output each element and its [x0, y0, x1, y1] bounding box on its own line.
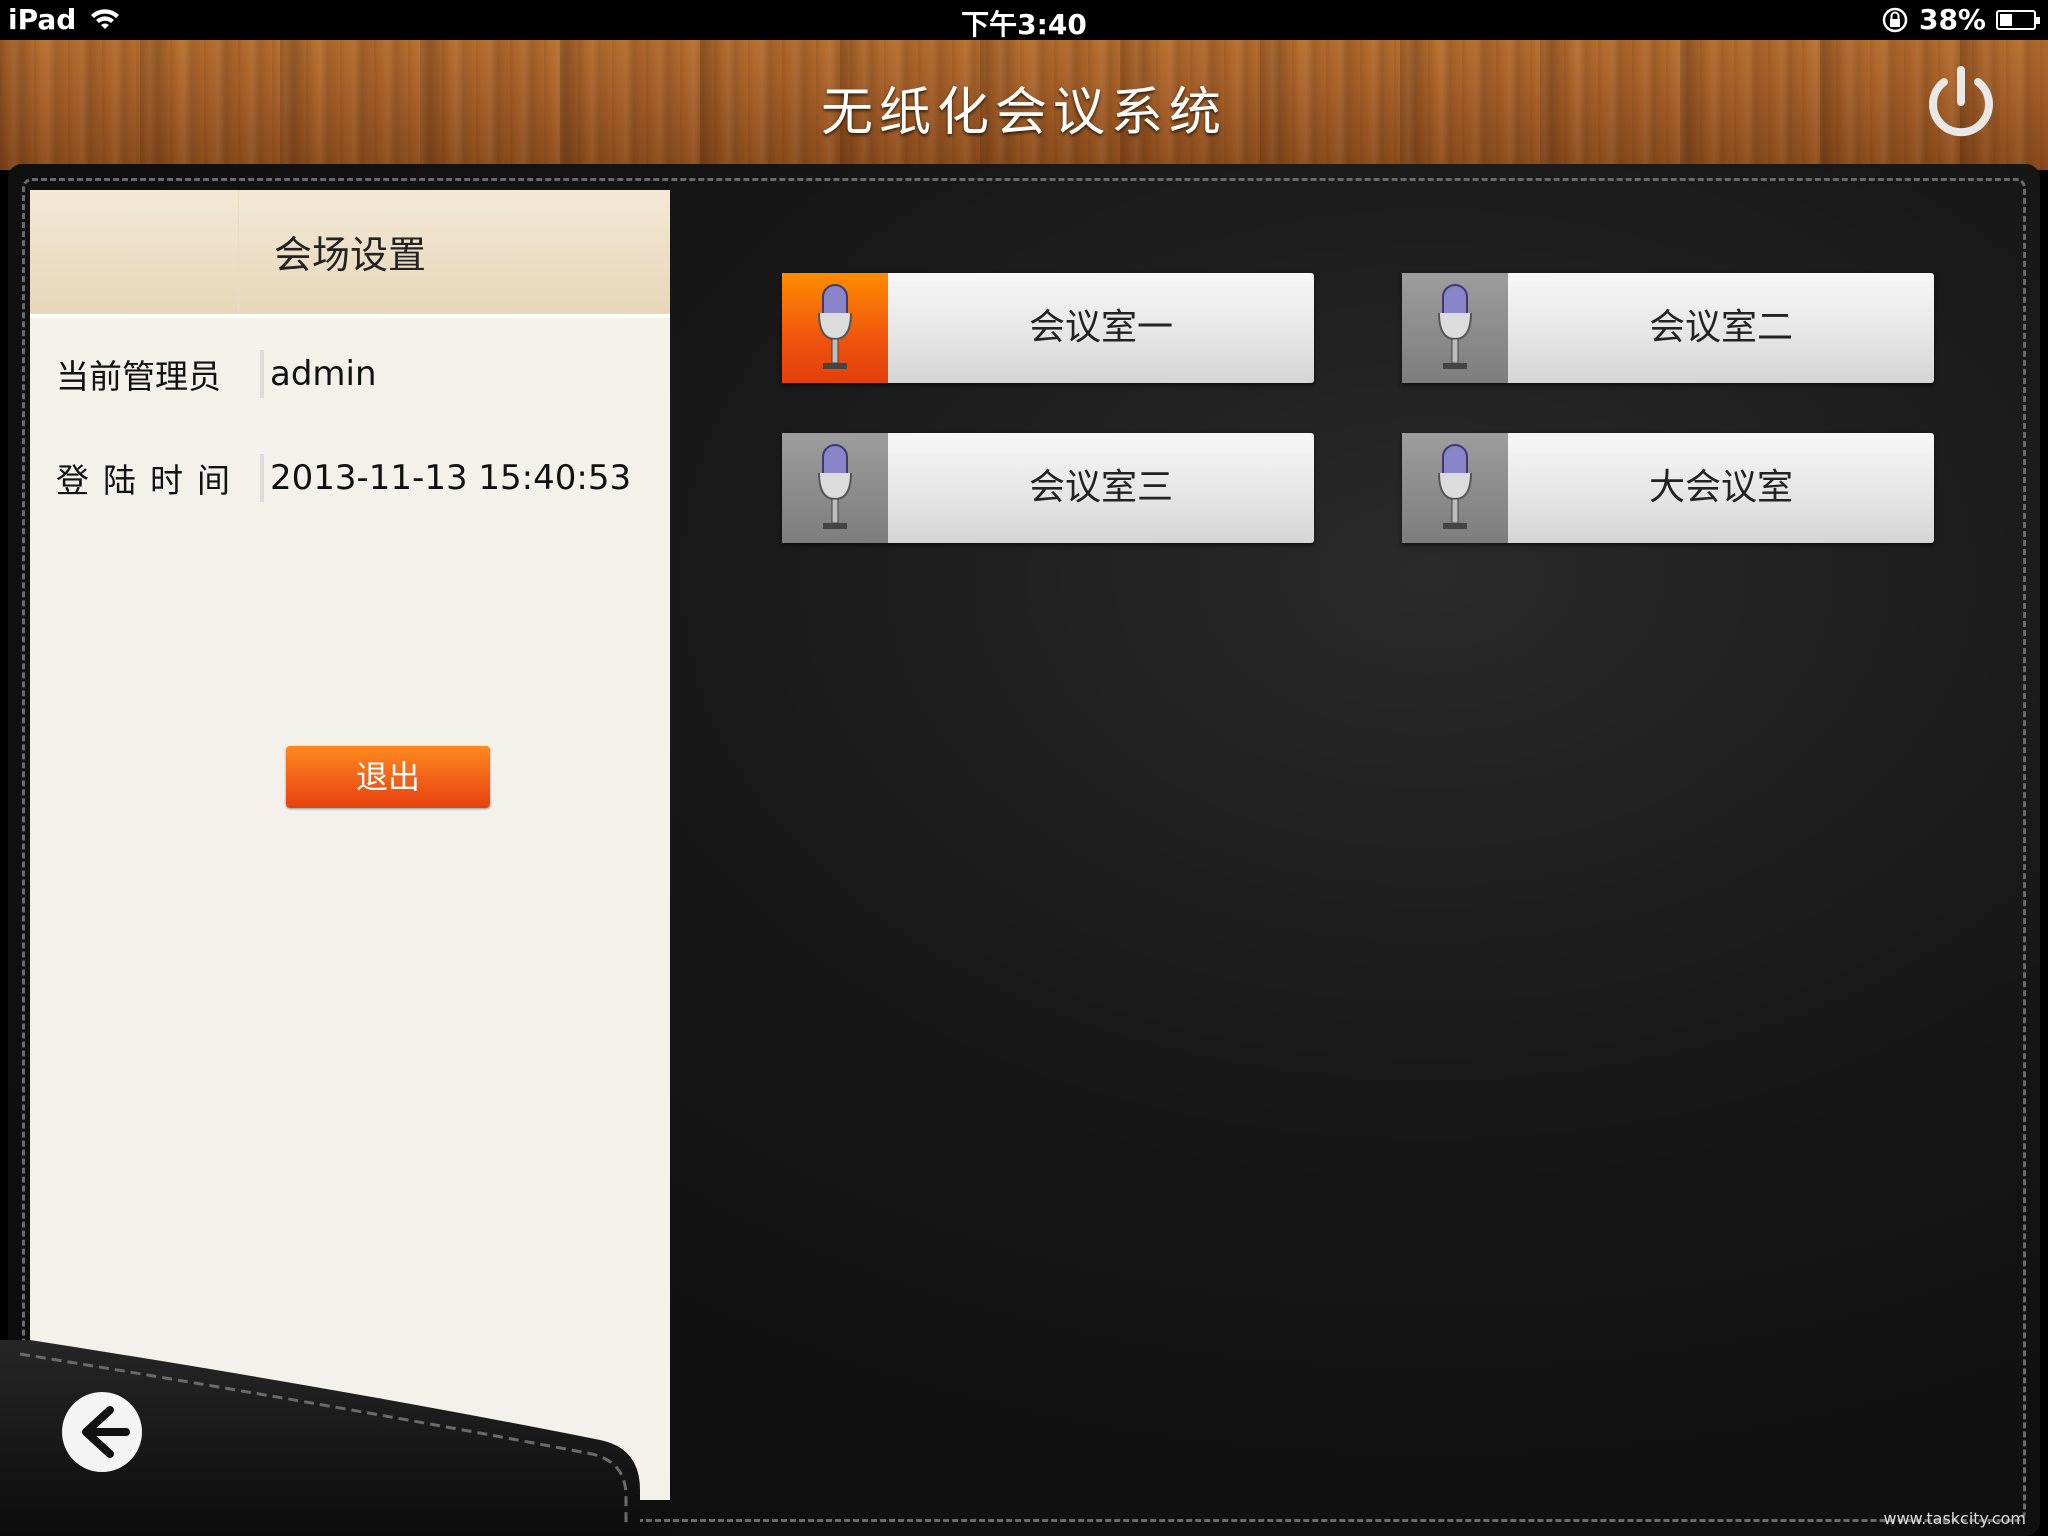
- arrow-left-icon: [62, 1392, 142, 1472]
- login-time-value: 2013-11-13 15:40:53: [270, 458, 632, 498]
- login-time-row: 登陆时间 2013-11-13 15:40:53: [56, 454, 631, 502]
- app-title: 无纸化会议系统: [820, 83, 1227, 143]
- login-time-label: 登陆时间: [56, 461, 244, 500]
- microphone-icon: [818, 284, 852, 369]
- room-label: 会议室二: [1508, 273, 1934, 383]
- admin-label: 当前管理员: [56, 357, 221, 396]
- room-button-3[interactable]: 会议室三: [782, 433, 1314, 543]
- microphone-icon: [818, 444, 852, 529]
- back-button[interactable]: [60, 1390, 144, 1474]
- status-time: 下午3:40: [961, 8, 1087, 41]
- room-icon-box: [782, 433, 888, 543]
- status-bar: iPad 下午3:40 38%: [0, 0, 2048, 41]
- row-separator: [260, 350, 264, 398]
- row-separator: [260, 454, 264, 502]
- battery-icon: [1996, 9, 2040, 30]
- room-icon-box: [1402, 273, 1508, 383]
- power-button[interactable]: [1920, 62, 2002, 144]
- power-icon: [1929, 66, 1993, 137]
- room-button-2[interactable]: 会议室二: [1402, 273, 1934, 383]
- microphone-icon: [1438, 284, 1472, 369]
- logout-button[interactable]: 退出: [286, 746, 490, 808]
- room-icon-box: [1402, 433, 1508, 543]
- admin-value: admin: [270, 354, 377, 394]
- rotation-lock-icon: [1882, 7, 1908, 32]
- status-right: 38%: [1881, 3, 2040, 36]
- room-button-1[interactable]: 会议室一: [782, 273, 1314, 383]
- battery-percent: 38%: [1918, 3, 1986, 36]
- room-button-4[interactable]: 大会议室: [1402, 433, 1934, 543]
- panel-title: 会场设置: [273, 233, 426, 277]
- room-label: 大会议室: [1508, 433, 1934, 543]
- microphone-icon: [1438, 444, 1472, 529]
- panel-header: 会场设置: [30, 190, 670, 318]
- app-header: 无纸化会议系统: [0, 40, 2048, 170]
- admin-row: 当前管理员 admin: [56, 350, 377, 398]
- battery-fill: [2000, 13, 2012, 26]
- watermark: www.taskcity.com: [1883, 1509, 2026, 1528]
- room-label: 会议室三: [888, 433, 1314, 543]
- room-icon-box: [782, 273, 888, 383]
- room-label: 会议室一: [888, 273, 1314, 383]
